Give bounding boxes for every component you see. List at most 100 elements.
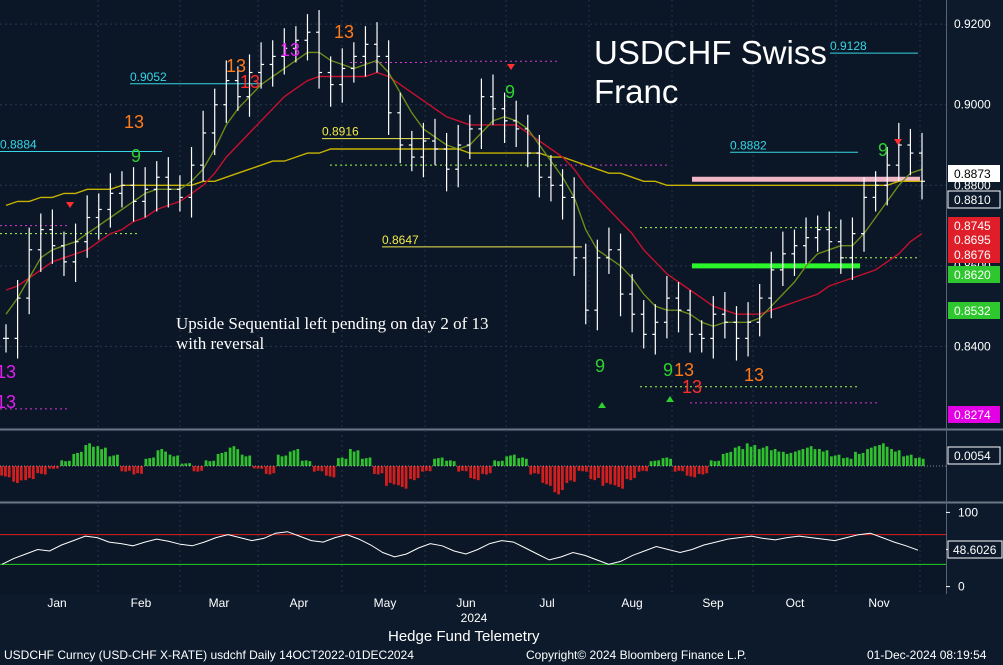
histogram-bar — [188, 463, 191, 466]
histogram-bar — [842, 458, 845, 466]
sequential-count-label: 13 — [744, 365, 764, 385]
x-axis-month-label: May — [374, 596, 397, 610]
histogram-bar — [316, 466, 320, 471]
histogram-bar — [436, 458, 440, 466]
histogram-bar — [292, 450, 296, 466]
histogram-bar — [785, 453, 789, 466]
histogram-bar — [476, 466, 480, 481]
histogram-bar — [440, 457, 444, 466]
histogram-bar — [869, 447, 873, 466]
histogram-bar — [108, 456, 112, 466]
histogram-bar — [385, 466, 388, 486]
histogram-bar — [16, 466, 19, 483]
histogram-bar — [749, 446, 753, 466]
histogram-bar — [617, 466, 621, 487]
histogram-bar — [180, 463, 184, 466]
histogram-bar — [296, 449, 300, 466]
histogram-bar — [661, 458, 665, 466]
sequential-count-label: 13 — [240, 72, 260, 92]
y-tick-label: 0.8400 — [954, 339, 991, 353]
histogram-bar — [481, 466, 485, 474]
histogram-bar — [19, 466, 23, 481]
histogram-bar — [902, 456, 905, 466]
price-tag-label: 0.8873 — [954, 167, 991, 181]
histogram-bar — [737, 446, 741, 466]
histogram-bar — [252, 466, 256, 469]
histogram-bar — [713, 461, 717, 466]
histogram-bar — [878, 445, 881, 466]
footer-security: USDCHF Curncy (USD-CHF X-RATE) usdchf Da… — [4, 648, 414, 662]
histogram-bar — [416, 466, 420, 479]
histogram-bar — [893, 451, 897, 466]
histogram-bar — [328, 466, 332, 477]
histogram-bar — [665, 457, 669, 466]
histogram-bar — [512, 454, 516, 466]
histogram-bar — [717, 460, 721, 466]
histogram-bar — [412, 466, 416, 481]
histogram-bar — [409, 466, 412, 480]
histogram-bar — [473, 466, 476, 480]
histogram-bar — [545, 466, 548, 485]
histogram-bar — [48, 466, 52, 469]
histogram-bar — [268, 466, 272, 475]
histogram-bar — [817, 449, 821, 466]
histogram-bar — [232, 446, 236, 466]
histogram-bar — [681, 466, 685, 472]
oscillator-tick-label: 0 — [958, 580, 965, 594]
histogram-bar — [220, 452, 224, 466]
histogram-bar — [24, 466, 28, 481]
histogram-bar — [861, 452, 865, 466]
histogram-bar — [404, 466, 408, 489]
histogram-bar — [52, 466, 55, 469]
histogram-bar — [84, 445, 88, 466]
histogram-bar — [866, 449, 869, 466]
histogram-bar — [256, 466, 260, 469]
histogram-bar — [493, 460, 497, 466]
footer-timestamp: 01-Dec-2024 08:19:54 — [867, 648, 987, 662]
histogram-bar — [208, 461, 212, 466]
footer-copyright: Copyright© 2024 Bloomberg Finance L.P. — [526, 648, 747, 662]
oscillator-panel-bg — [0, 505, 946, 594]
histogram-bar — [505, 456, 509, 466]
histogram-bar — [284, 455, 288, 466]
annotation-line-2: with reversal — [176, 334, 265, 353]
histogram-bar — [7, 466, 11, 478]
histogram-bar — [729, 451, 733, 466]
sequential-count-label: 13 — [0, 392, 16, 412]
histogram-bar — [308, 461, 312, 466]
histogram-bar — [120, 466, 124, 472]
sequential-count-label: 9 — [878, 140, 888, 160]
histogram-bar — [521, 457, 524, 466]
histogram-bar — [4, 466, 7, 477]
histogram-bar — [801, 449, 805, 466]
histogram-bar — [128, 466, 131, 471]
histogram-bar — [885, 446, 889, 466]
histogram-bar — [488, 466, 492, 474]
histogram-bar — [589, 466, 593, 480]
histogram-bar — [148, 458, 152, 466]
x-axis-month-label: Mar — [209, 596, 230, 610]
histogram-bar — [805, 447, 809, 466]
histogram-bar — [657, 460, 661, 466]
histogram-bar — [529, 466, 533, 475]
x-axis-month-label: Apr — [290, 596, 309, 610]
histogram-bar — [152, 457, 155, 466]
histogram-bar — [96, 446, 100, 466]
title-line-1: USDCHF Swiss — [594, 34, 827, 71]
histogram-bar — [264, 466, 268, 474]
histogram-bar — [697, 466, 701, 474]
histogram-bar — [813, 449, 817, 466]
histogram-bar — [428, 466, 432, 472]
histogram-bar — [200, 466, 204, 471]
histogram-bar — [236, 449, 240, 466]
x-axis-month-label: Aug — [621, 596, 642, 610]
histogram-bar — [445, 460, 448, 466]
histogram-bar — [761, 447, 765, 466]
price-tag-label: 0.8620 — [954, 268, 991, 282]
sequential-count-label: 13 — [280, 40, 300, 60]
histogram-bar — [88, 443, 91, 466]
histogram-bar — [348, 449, 352, 466]
histogram-bar — [897, 450, 901, 466]
histogram-bar — [176, 455, 179, 466]
histogram-bar — [204, 460, 208, 466]
